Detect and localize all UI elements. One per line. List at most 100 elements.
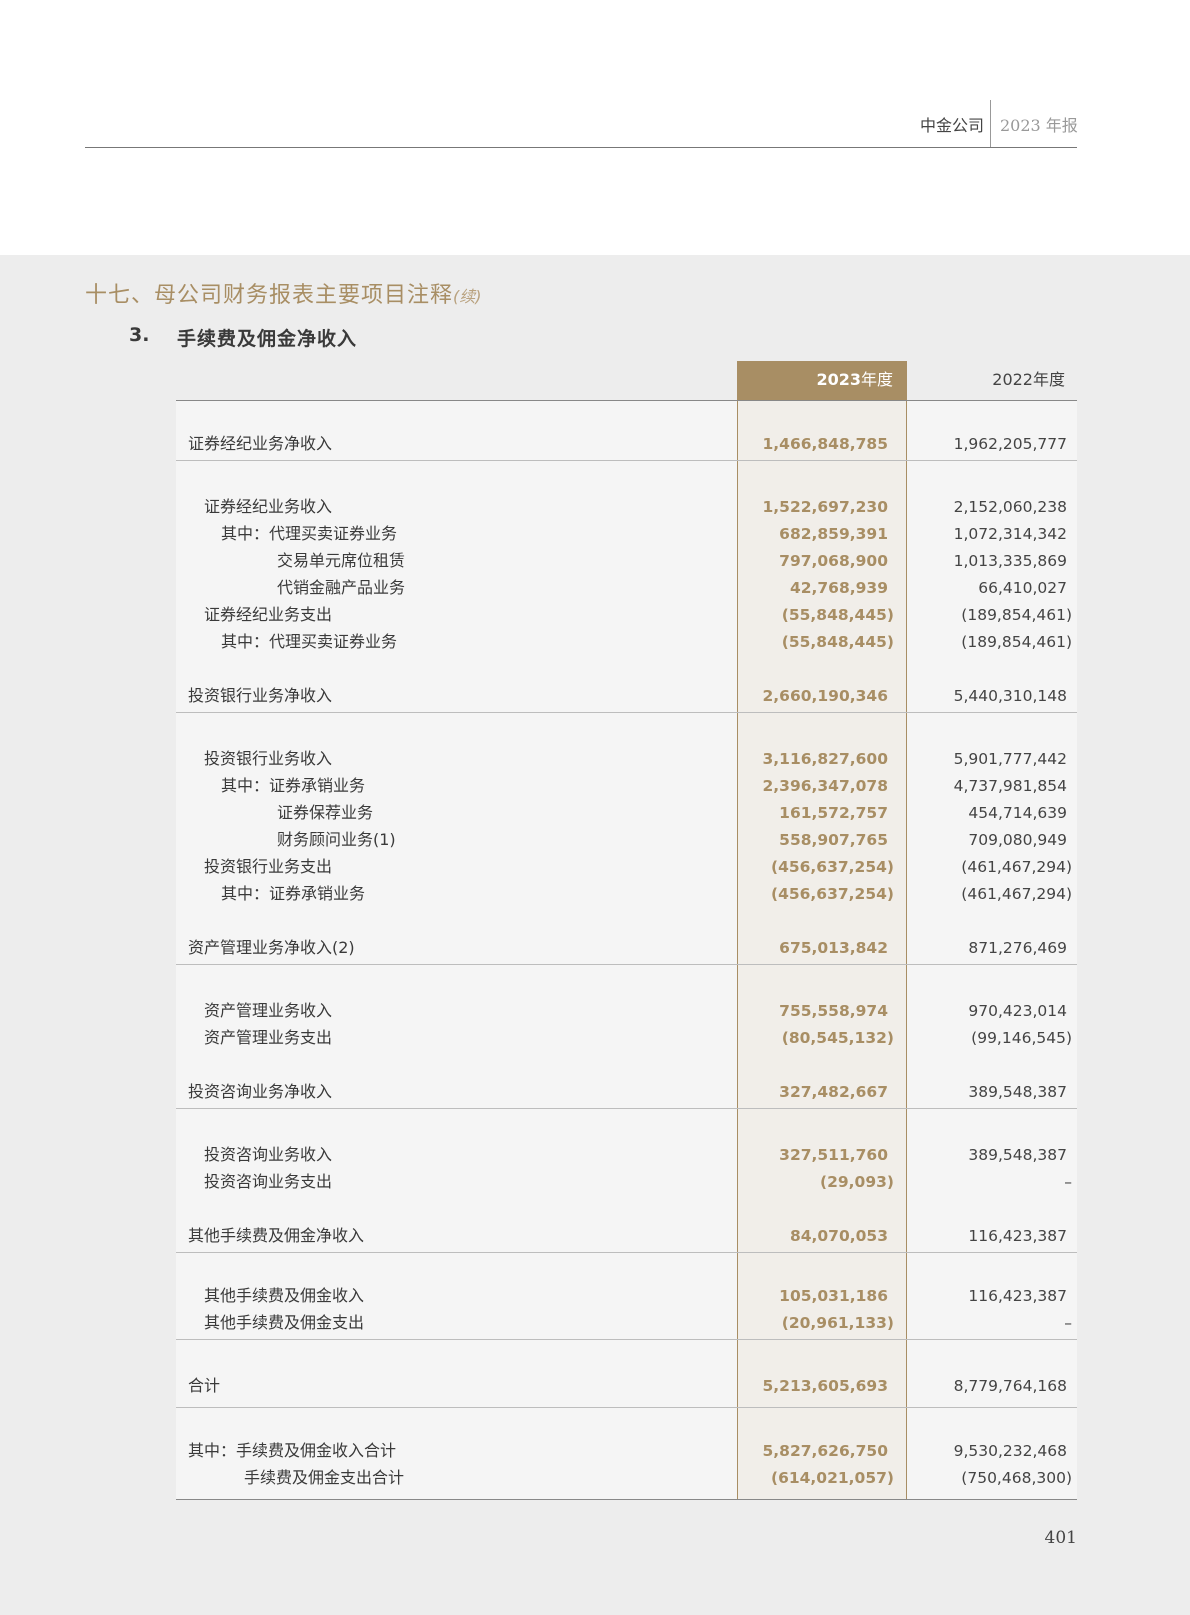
value-2023: 42,768,939 <box>789 579 888 597</box>
value-2022: 8,779,764,168 <box>953 1377 1067 1395</box>
value-2023: 675,013,842 <box>779 939 888 957</box>
group-rule <box>176 1339 1077 1340</box>
value-2023: (20,961,133) <box>781 1314 894 1332</box>
table-row: 证券经纪业务净收入 1,466,848,785 1,962,205,777 <box>176 431 1077 457</box>
column-header-2023-suffix: 年度 <box>860 370 893 389</box>
table-row: 其中：手续费及佣金收入合计 5,827,626,750 9,530,232,46… <box>176 1438 1077 1464</box>
row-label: 其中：代理买卖证券业务 <box>221 632 398 651</box>
row-label: 交易单元席位租赁 <box>277 551 406 570</box>
value-2022: 5,440,310,148 <box>953 687 1067 705</box>
table-row: 其中：证券承销业务 (456,637,254) (461,467,294) <box>176 881 1077 907</box>
value-2023: 3,116,827,600 <box>762 750 888 768</box>
group-rule <box>176 712 1077 713</box>
table-row: 投资咨询业务收入 327,511,760 389,548,387 <box>176 1142 1077 1168</box>
value-2022: (750,468,300) <box>961 1469 1072 1487</box>
value-2023: 2,660,190,346 <box>762 687 888 705</box>
value-2023: 327,482,667 <box>779 1083 888 1101</box>
row-label: 其中：手续费及佣金收入合计 <box>188 1441 397 1460</box>
value-2023: 682,859,391 <box>779 525 888 543</box>
row-label: 其他手续费及佣金支出 <box>204 1313 365 1332</box>
subsection-number: 3. <box>129 324 150 346</box>
row-label: 其中：证券承销业务 <box>221 776 366 795</box>
table-row: 财务顾问业务(1) 558,907,765 709,080,949 <box>176 827 1077 853</box>
row-label: 资产管理业务净收入(2) <box>188 938 355 957</box>
group-rule <box>176 964 1077 965</box>
value-2023: 5,213,605,693 <box>762 1377 888 1395</box>
row-label: 证券经纪业务收入 <box>204 497 333 516</box>
value-2022: (189,854,461) <box>961 633 1072 651</box>
group-rule <box>176 460 1077 461</box>
page-number: 401 <box>1044 1528 1077 1548</box>
header-report-title: 2023 年报 <box>1000 116 1078 135</box>
value-2022: 1,072,314,342 <box>953 525 1067 543</box>
header-divider <box>990 100 991 147</box>
table-row: 其中：代理买卖证券业务 (55,848,445) (189,854,461) <box>176 629 1077 655</box>
subsection-title: 手续费及佣金净收入 <box>177 328 358 350</box>
table-row: 投资咨询业务净收入 327,482,667 389,548,387 <box>176 1079 1077 1105</box>
row-label: 投资咨询业务支出 <box>204 1172 333 1191</box>
header-rule <box>85 147 1077 148</box>
value-2022: 970,423,014 <box>968 1002 1067 1020</box>
value-2022: 871,276,469 <box>968 939 1067 957</box>
table-bottom-rule <box>176 1499 1077 1500</box>
table-row: 投资银行业务支出 (456,637,254) (461,467,294) <box>176 854 1077 880</box>
value-2023: 558,907,765 <box>779 831 888 849</box>
value-2023: 105,031,186 <box>779 1287 888 1305</box>
table-row: 其他手续费及佣金净收入 84,070,053 116,423,387 <box>176 1223 1077 1249</box>
row-label: 合计 <box>188 1376 221 1395</box>
value-2022: 389,548,387 <box>968 1146 1067 1164</box>
row-label: 其中：代理买卖证券业务 <box>221 524 398 543</box>
value-2023: 161,572,757 <box>779 804 888 822</box>
value-2022: 66,410,027 <box>978 579 1067 597</box>
value-2022: – <box>1064 1314 1072 1332</box>
row-label: 资产管理业务支出 <box>204 1028 333 1047</box>
table-row: 投资银行业务净收入 2,660,190,346 5,440,310,148 <box>176 683 1077 709</box>
row-label: 其他手续费及佣金净收入 <box>188 1226 365 1245</box>
row-label: 手续费及佣金支出合计 <box>244 1468 405 1487</box>
table-row: 投资银行业务收入 3,116,827,600 5,901,777,442 <box>176 746 1077 772</box>
table-row: 资产管理业务收入 755,558,974 970,423,014 <box>176 998 1077 1024</box>
value-2022: 454,714,639 <box>968 804 1067 822</box>
group-rule <box>176 1108 1077 1109</box>
value-2023: 1,522,697,230 <box>762 498 888 516</box>
row-label: 其他手续费及佣金收入 <box>204 1286 365 1305</box>
value-2022: 1,013,335,869 <box>953 552 1067 570</box>
value-2023: 1,466,848,785 <box>762 435 888 453</box>
row-label: 投资咨询业务收入 <box>204 1145 333 1164</box>
row-label: 资产管理业务收入 <box>204 1001 333 1020</box>
column-header-2023-year: 2023 <box>816 370 861 389</box>
row-label: 其中：证券承销业务 <box>221 884 366 903</box>
row-label: 代销金融产品业务 <box>277 578 406 597</box>
value-2023: (55,848,445) <box>781 606 894 624</box>
value-2022: 9,530,232,468 <box>953 1442 1067 1460</box>
value-2022: 4,737,981,854 <box>953 777 1067 795</box>
value-2022: 709,080,949 <box>968 831 1067 849</box>
table-row: 证券保荐业务 161,572,757 454,714,639 <box>176 800 1077 826</box>
section-title-text: 十七、母公司财务报表主要项目注释 <box>85 283 454 308</box>
value-2023: (614,021,057) <box>770 1469 894 1487</box>
table-row: 投资咨询业务支出 (29,093) – <box>176 1169 1077 1195</box>
row-label: 投资银行业务支出 <box>204 857 333 876</box>
table-row: 证券经纪业务支出 (55,848,445) (189,854,461) <box>176 602 1077 628</box>
value-2022: 116,423,387 <box>968 1287 1067 1305</box>
header-company: 中金公司 <box>919 116 984 135</box>
value-2022: 389,548,387 <box>968 1083 1067 1101</box>
column-header-2023: 2023年度 <box>737 361 907 401</box>
row-label: 证券经纪业务净收入 <box>188 434 333 453</box>
value-2023: 327,511,760 <box>779 1146 888 1164</box>
row-label: 财务顾问业务(1) <box>277 830 396 849</box>
value-2023: (55,848,445) <box>781 633 894 651</box>
value-2023: (456,637,254) <box>770 858 894 876</box>
value-2023: 755,558,974 <box>779 1002 888 1020</box>
table-row: 资产管理业务支出 (80,545,132) (99,146,545) <box>176 1025 1077 1051</box>
value-2022: – <box>1064 1173 1072 1191</box>
table-row: 代销金融产品业务 42,768,939 66,410,027 <box>176 575 1077 601</box>
table-row: 其他手续费及佣金收入 105,031,186 116,423,387 <box>176 1283 1077 1309</box>
table-row: 资产管理业务净收入(2) 675,013,842 871,276,469 <box>176 935 1077 961</box>
table-row: 其中：代理买卖证券业务 682,859,391 1,072,314,342 <box>176 521 1077 547</box>
value-2023: (29,093) <box>820 1173 894 1191</box>
value-2023: (80,545,132) <box>781 1029 894 1047</box>
value-2022: (461,467,294) <box>961 858 1072 876</box>
table-header-rule <box>176 400 1077 401</box>
table-row: 手续费及佣金支出合计 (614,021,057) (750,468,300) <box>176 1465 1077 1491</box>
